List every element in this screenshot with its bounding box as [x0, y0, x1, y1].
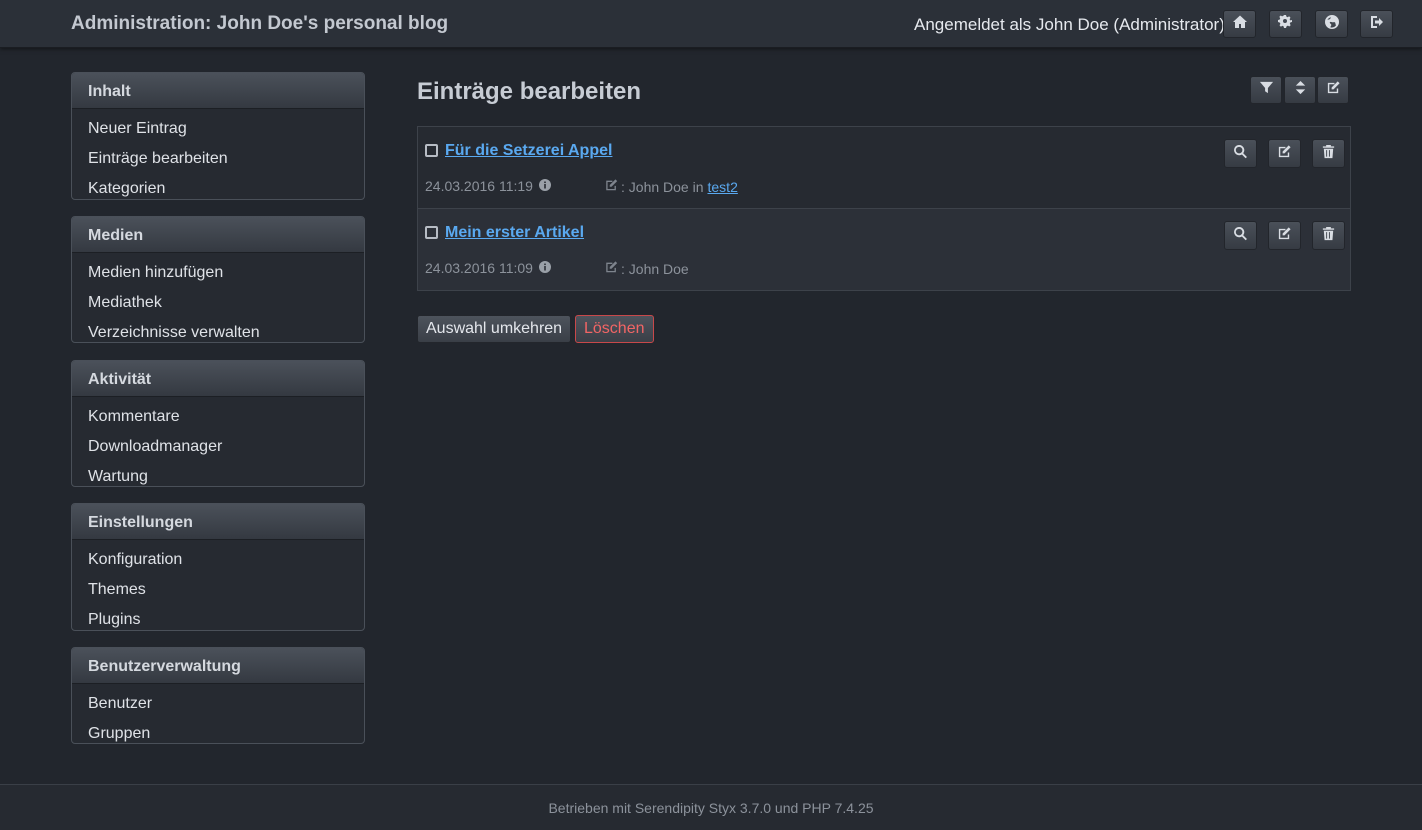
trash-icon	[1321, 226, 1336, 246]
sign-out-icon	[1369, 14, 1385, 35]
invert-selection-button[interactable]: Auswahl umkehren	[417, 315, 572, 343]
sidebar-item-new-entry[interactable]: Neuer Eintrag	[72, 114, 364, 144]
logout-button[interactable]	[1360, 10, 1393, 38]
sidebar-item-plugins[interactable]: Plugins	[72, 605, 364, 635]
sidebar-panel-activity: Aktivität Kommentare Downloadmanager War…	[71, 360, 365, 487]
panel-title[interactable]: Benutzerverwaltung	[72, 648, 364, 684]
personal-settings-button[interactable]	[1269, 10, 1302, 38]
delete-entry-button[interactable]	[1312, 139, 1345, 168]
filter-button[interactable]	[1250, 76, 1282, 104]
list-item: Mein erster Artikel 24.03.2016 11:09 : J…	[418, 208, 1350, 290]
delete-entry-button[interactable]	[1312, 221, 1345, 250]
sidebar-item-groups[interactable]: Gruppen	[72, 719, 364, 749]
globe-icon	[1324, 14, 1340, 35]
info-icon[interactable]	[538, 260, 551, 276]
sidebar-item-media-library[interactable]: Mediathek	[72, 288, 364, 318]
entry-author-text: : John Doe in	[621, 178, 704, 195]
page-title: Einträge bearbeiten	[417, 78, 642, 105]
home-button[interactable]	[1223, 10, 1256, 38]
edit-entry-button[interactable]	[1268, 221, 1301, 250]
footer-text: Betrieben mit Serendipity Styx 3.7.0 und…	[548, 800, 874, 816]
entry-author: : John Doe in test2	[604, 178, 738, 195]
view-blog-button[interactable]	[1315, 10, 1348, 38]
sidebar-item-categories[interactable]: Kategorien	[72, 174, 364, 204]
search-icon	[1233, 144, 1248, 164]
sidebar-item-configuration[interactable]: Konfiguration	[72, 545, 364, 575]
sidebar-item-users[interactable]: Benutzer	[72, 689, 364, 719]
edit-icon	[1277, 144, 1292, 164]
entry-date-text: 24.03.2016 11:19	[425, 178, 533, 194]
list-item: Für die Setzerei Appel 24.03.2016 11:19 …	[418, 127, 1350, 209]
sidebar-item-comments[interactable]: Kommentare	[72, 402, 364, 432]
sidebar-item-maintenance[interactable]: Wartung	[72, 462, 364, 492]
sidebar-item-themes[interactable]: Themes	[72, 575, 364, 605]
info-icon[interactable]	[538, 178, 551, 194]
top-bar: Administration: John Doe's personal blog…	[0, 0, 1422, 48]
gears-icon	[1277, 14, 1294, 35]
edit-icon	[1277, 226, 1292, 246]
sidebar-item-manage-directories[interactable]: Verzeichnisse verwalten	[72, 318, 364, 348]
panel-title[interactable]: Einstellungen	[72, 504, 364, 540]
filter-icon	[1259, 80, 1274, 100]
sidebar-item-download-manager[interactable]: Downloadmanager	[72, 432, 364, 462]
preview-button[interactable]	[1224, 139, 1257, 168]
footer: Betrieben mit Serendipity Styx 3.7.0 und…	[0, 784, 1422, 830]
sidebar-panel-content: Inhalt Neuer Eintrag Einträge bearbeiten…	[71, 72, 365, 200]
preview-button[interactable]	[1224, 221, 1257, 250]
entry-author: : John Doe	[604, 260, 689, 277]
entry-date: 24.03.2016 11:19	[425, 178, 551, 194]
entry-checkbox[interactable]	[425, 226, 438, 239]
login-info: Angemeldet als John Doe (Administrator)	[914, 15, 1225, 34]
sort-icon	[1293, 80, 1308, 100]
search-icon	[1233, 226, 1248, 246]
site-title[interactable]: Administration: John Doe's personal blog	[71, 13, 448, 35]
sidebar-item-edit-entries[interactable]: Einträge bearbeiten	[72, 144, 364, 174]
delete-selected-button[interactable]: Löschen	[575, 315, 654, 343]
home-icon	[1232, 14, 1248, 35]
entry-title-link[interactable]: Für die Setzerei Appel	[445, 142, 612, 160]
entry-author-text: : John Doe	[621, 260, 689, 277]
sidebar-item-add-media[interactable]: Medien hinzufügen	[72, 258, 364, 288]
sidebar-panel-user-management: Benutzerverwaltung Benutzer Gruppen	[71, 647, 365, 744]
panel-title[interactable]: Aktivität	[72, 361, 364, 397]
sidebar-panel-media: Medien Medien hinzufügen Mediathek Verze…	[71, 216, 365, 343]
entry-title-link[interactable]: Mein erster Artikel	[445, 224, 584, 242]
entry-date: 24.03.2016 11:09	[425, 260, 551, 276]
entries-list: Für die Setzerei Appel 24.03.2016 11:19 …	[417, 126, 1351, 291]
trash-icon	[1321, 144, 1336, 164]
author-edit-icon	[604, 178, 621, 195]
author-edit-icon	[604, 260, 621, 277]
edit-icon	[1326, 80, 1341, 100]
sort-button[interactable]	[1284, 76, 1316, 104]
edit-entry-button[interactable]	[1268, 139, 1301, 168]
entry-checkbox[interactable]	[425, 144, 438, 157]
panel-title[interactable]: Medien	[72, 217, 364, 253]
entry-date-text: 24.03.2016 11:09	[425, 260, 533, 276]
entry-category-link[interactable]: test2	[708, 179, 738, 195]
sidebar-panel-settings: Einstellungen Konfiguration Themes Plugi…	[71, 503, 365, 631]
panel-title[interactable]: Inhalt	[72, 73, 364, 109]
bulk-edit-button[interactable]	[1317, 76, 1349, 104]
